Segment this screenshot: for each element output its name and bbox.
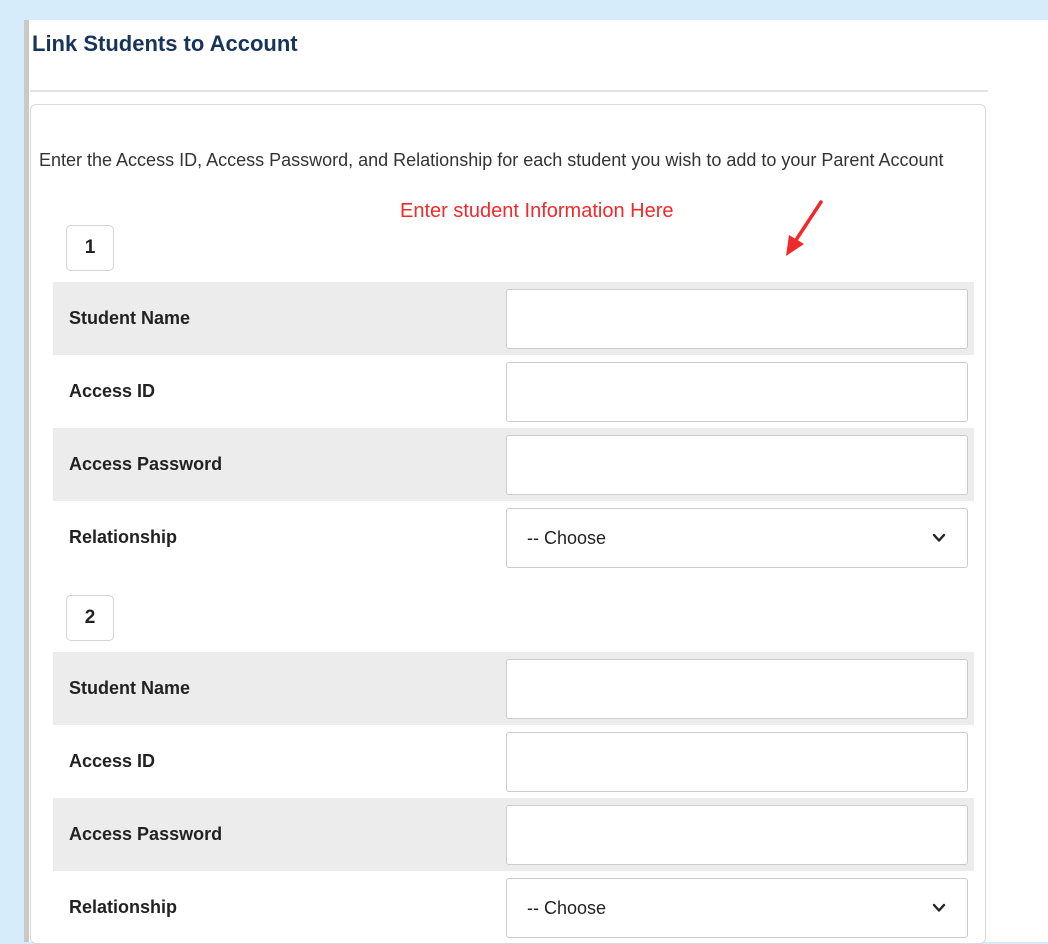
student-number-badge: 2 xyxy=(66,595,114,641)
relationship-row: Relationship -- Choose xyxy=(53,501,974,574)
student-number-badge: 1 xyxy=(66,225,114,271)
title-divider xyxy=(30,90,988,92)
relationship-row: Relationship -- Choose xyxy=(53,871,974,944)
access-password-input[interactable] xyxy=(506,805,968,865)
access-password-input[interactable] xyxy=(506,435,968,495)
access-password-label: Access Password xyxy=(69,454,223,474)
access-password-row: Access Password xyxy=(53,428,974,501)
student-name-input[interactable] xyxy=(506,659,968,719)
access-id-input[interactable] xyxy=(506,362,968,422)
relationship-select[interactable]: -- Choose xyxy=(506,508,968,568)
chevron-down-icon xyxy=(932,533,946,542)
access-id-label: Access ID xyxy=(69,751,156,771)
relationship-selected-value: -- Choose xyxy=(527,527,607,548)
access-password-label: Access Password xyxy=(69,824,223,844)
access-id-row: Access ID xyxy=(53,725,974,798)
access-id-row: Access ID xyxy=(53,355,974,428)
chevron-down-icon xyxy=(932,903,946,912)
annotation-text: Enter student Information Here xyxy=(400,200,674,222)
red-arrow-icon xyxy=(786,200,823,256)
student-name-label: Student Name xyxy=(69,678,191,698)
relationship-label: Relationship xyxy=(69,527,178,547)
relationship-selected-value: -- Choose xyxy=(527,897,607,918)
relationship-label: Relationship xyxy=(69,897,178,917)
access-id-input[interactable] xyxy=(506,732,968,792)
relationship-select[interactable]: -- Choose xyxy=(506,878,968,938)
student-name-input[interactable] xyxy=(506,289,968,349)
student-name-row: Student Name xyxy=(53,652,974,725)
access-password-row: Access Password xyxy=(53,798,974,871)
instructions-text: Enter the Access ID, Access Password, an… xyxy=(39,150,944,170)
student-name-row: Student Name xyxy=(53,282,974,355)
access-id-label: Access ID xyxy=(69,381,156,401)
student-name-label: Student Name xyxy=(69,308,191,328)
page-title: Link Students to Account xyxy=(32,31,298,56)
